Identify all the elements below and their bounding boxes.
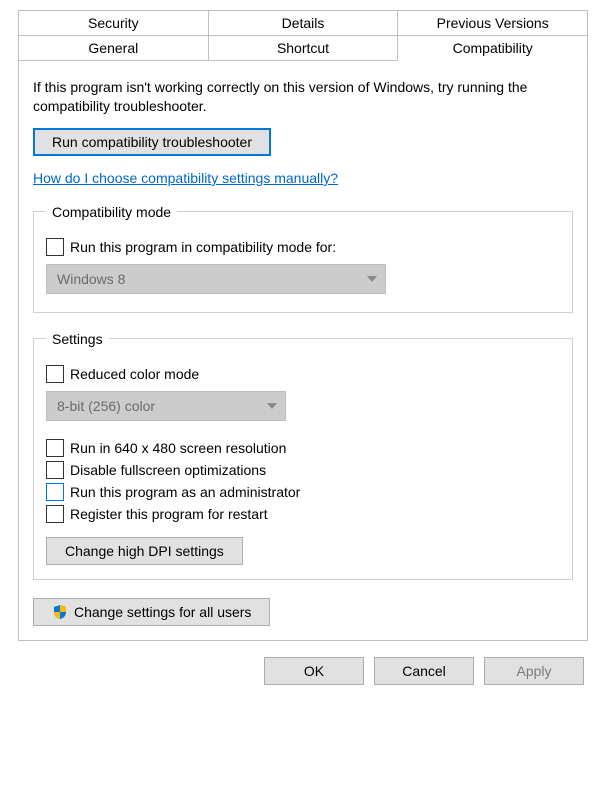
register-restart-checkbox[interactable] bbox=[46, 505, 64, 523]
intro-text: If this program isn't working correctly … bbox=[33, 78, 573, 116]
settings-legend: Settings bbox=[46, 331, 109, 347]
tab-general[interactable]: General bbox=[18, 35, 209, 61]
tab-previous-versions[interactable]: Previous Versions bbox=[397, 10, 588, 36]
chevron-down-icon bbox=[367, 276, 377, 282]
compatibility-panel: If this program isn't working correctly … bbox=[18, 60, 588, 641]
reduced-color-label: Reduced color mode bbox=[70, 366, 199, 382]
dialog-footer: OK Cancel Apply bbox=[18, 641, 588, 685]
tab-compatibility[interactable]: Compatibility bbox=[397, 35, 588, 61]
shield-icon bbox=[52, 604, 68, 620]
tab-details[interactable]: Details bbox=[208, 10, 399, 36]
run-as-admin-checkbox[interactable] bbox=[46, 483, 64, 501]
apply-button[interactable]: Apply bbox=[484, 657, 584, 685]
chevron-down-icon bbox=[267, 403, 277, 409]
compatibility-mode-legend: Compatibility mode bbox=[46, 204, 177, 220]
change-settings-all-users-button[interactable]: Change settings for all users bbox=[33, 598, 270, 626]
tab-security[interactable]: Security bbox=[18, 10, 209, 36]
color-mode-select: 8-bit (256) color bbox=[46, 391, 286, 421]
run-640-label: Run in 640 x 480 screen resolution bbox=[70, 440, 286, 456]
cancel-button[interactable]: Cancel bbox=[374, 657, 474, 685]
register-restart-label: Register this program for restart bbox=[70, 506, 268, 522]
disable-fullscreen-label: Disable fullscreen optimizations bbox=[70, 462, 266, 478]
run-640-checkbox[interactable] bbox=[46, 439, 64, 457]
tab-shortcut[interactable]: Shortcut bbox=[208, 35, 399, 61]
help-link[interactable]: How do I choose compatibility settings m… bbox=[33, 170, 338, 186]
reduced-color-checkbox[interactable] bbox=[46, 365, 64, 383]
tab-strip: Security Details Previous Versions Gener… bbox=[18, 10, 588, 61]
compat-mode-checkbox[interactable] bbox=[46, 238, 64, 256]
run-compatibility-troubleshooter-button[interactable]: Run compatibility troubleshooter bbox=[33, 128, 271, 156]
settings-group: Settings Reduced color mode 8-bit (256) … bbox=[33, 331, 573, 580]
disable-fullscreen-checkbox[interactable] bbox=[46, 461, 64, 479]
ok-button[interactable]: OK bbox=[264, 657, 364, 685]
compat-mode-label: Run this program in compatibility mode f… bbox=[70, 239, 336, 255]
run-as-admin-label: Run this program as an administrator bbox=[70, 484, 300, 500]
compat-mode-select: Windows 8 bbox=[46, 264, 386, 294]
compatibility-mode-group: Compatibility mode Run this program in c… bbox=[33, 204, 573, 313]
change-high-dpi-button[interactable]: Change high DPI settings bbox=[46, 537, 243, 565]
